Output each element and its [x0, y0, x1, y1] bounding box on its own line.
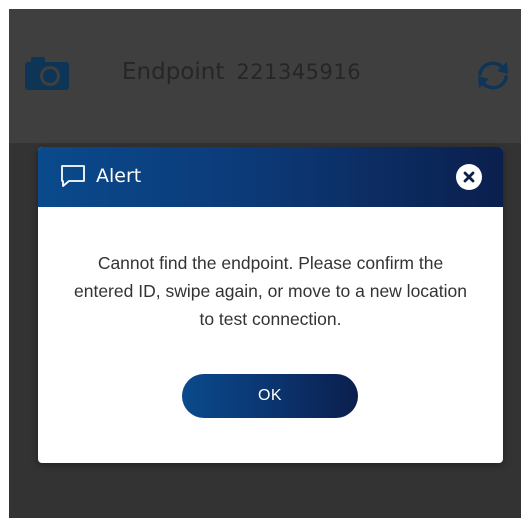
alert-header: Alert — [38, 147, 503, 207]
endpoint-row: Endpoint 221345916 — [122, 59, 361, 85]
close-button[interactable] — [456, 164, 482, 190]
alert-message: Cannot find the endpoint. Please confirm… — [74, 253, 467, 329]
app-screen: Endpoint 221345916 Alert Cannot find the… — [9, 9, 521, 518]
refresh-icon[interactable] — [474, 60, 512, 90]
alert-title-wrap: Alert — [60, 164, 141, 188]
app-header: Endpoint 221345916 — [9, 9, 521, 143]
camera-icon[interactable] — [25, 56, 69, 90]
chat-bubble-icon — [61, 165, 85, 187]
alert-title: Alert — [96, 165, 142, 187]
ok-button[interactable]: OK — [182, 374, 358, 418]
endpoint-id: 221345916 — [236, 60, 362, 84]
endpoint-label: Endpoint — [122, 59, 225, 85]
alert-dialog: Alert Cannot find the endpoint. Please c… — [38, 147, 503, 463]
close-icon[interactable] — [456, 164, 482, 190]
